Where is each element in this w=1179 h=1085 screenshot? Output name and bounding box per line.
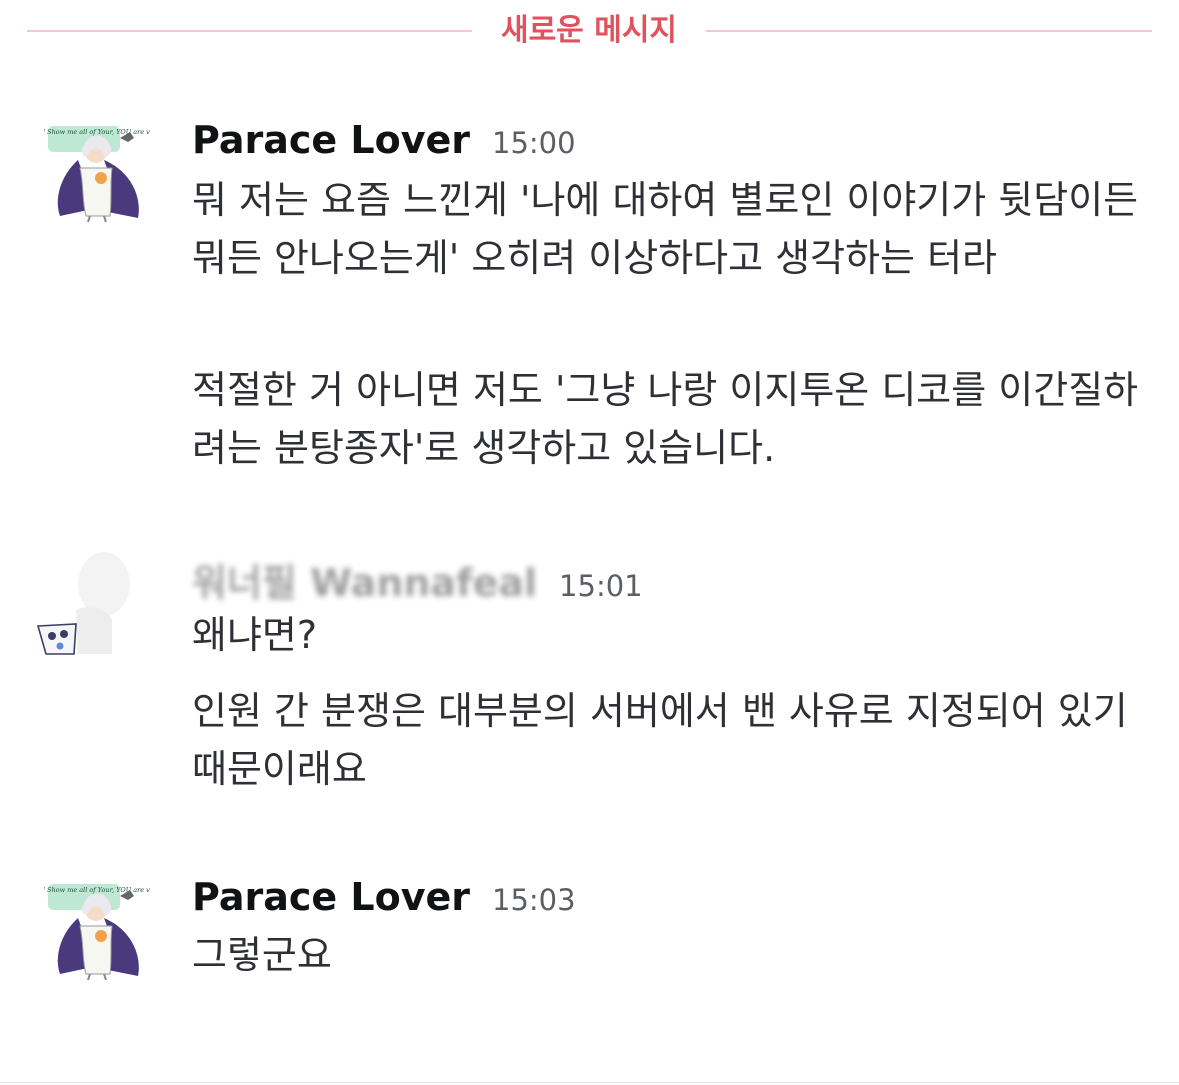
divider-line-right [706, 30, 1152, 32]
user-avatar[interactable]: Enjoy My Story, and Show me all of Your,… [0, 116, 190, 223]
message-timestamp[interactable]: 15:00 [492, 126, 576, 160]
author-name[interactable]: 워너필 Wannafeal [192, 561, 537, 605]
message-header: 워너필 Wannafeal 15:01 [192, 552, 643, 607]
bottom-divider [0, 1082, 1179, 1083]
new-messages-label: 새로운 메시지 [500, 13, 678, 48]
message-timestamp[interactable]: 15:03 [492, 883, 576, 917]
user-avatar[interactable] [36, 550, 142, 656]
message-timestamp[interactable]: 15:01 [559, 569, 643, 603]
avatar-caption: Enjoy My Story, and Show me all of Your,… [44, 886, 150, 894]
message-header: Parace Lover 15:03 [192, 875, 576, 919]
message-text: 왜냐면? [192, 613, 318, 657]
message-text: 인원 간 분쟁은 대부분의 서버에서 밴 사유로 지정되어 있기 때문이래요 [192, 689, 1128, 791]
message-header: Parace Lover 15:00 [192, 118, 576, 162]
new-messages-divider: 새로운 메시지 [0, 0, 1179, 62]
author-name[interactable]: Parace Lover [192, 875, 470, 919]
divider-line-left [27, 30, 472, 32]
author-name[interactable]: Parace Lover [192, 118, 470, 162]
user-avatar[interactable]: Enjoy My Story, and Show me all of Your,… [0, 874, 190, 981]
message-text: 뭐 저는 요즘 느낀게 '나에 대하여 별로인 이야기가 뒷담이든 뭐든 안나오… [192, 178, 1139, 280]
message-text: 그렇군요 [192, 933, 332, 977]
avatar-caption: Enjoy My Story, and Show me all of Your,… [44, 128, 150, 136]
message-text: 적절한 거 아니면 저도 '그냥 나랑 이지투온 디코를 이간질하려는 분탕종자… [192, 368, 1139, 470]
